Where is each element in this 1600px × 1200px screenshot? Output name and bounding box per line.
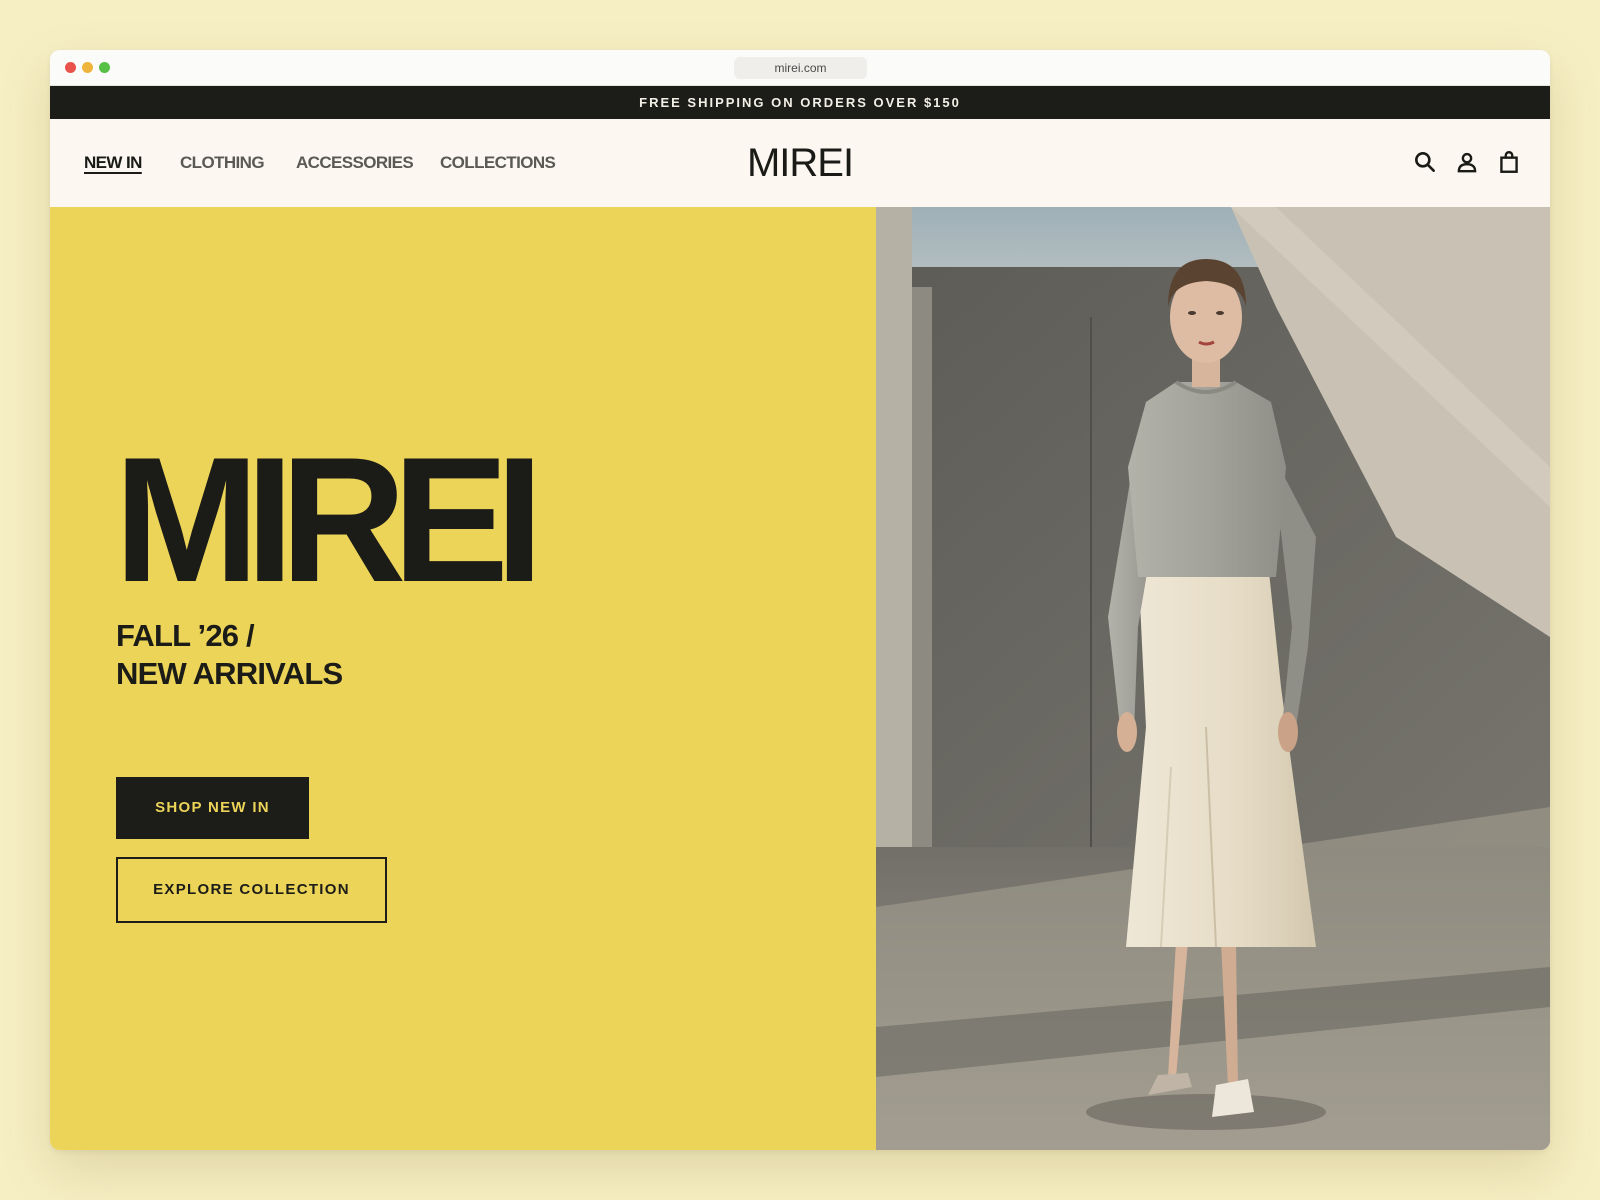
site-header: NEW IN CLOTHING ACCESSORIES COLLECTIONS … (50, 119, 1550, 207)
address-bar[interactable]: mirei.com (734, 57, 867, 79)
hero-subtitle-line-1: FALL ’26 / (116, 618, 255, 653)
hero-panel: MIREI FALL ’26 / NEW ARRIVALS SHOP NEW I… (50, 207, 876, 1150)
nav-link-new-in[interactable]: NEW IN (84, 153, 142, 173)
shop-new-in-button[interactable]: SHOP NEW IN (116, 777, 309, 839)
close-window-button[interactable] (65, 62, 76, 73)
browser-window: mirei.com FREE SHIPPING ON ORDERS OVER $… (50, 50, 1550, 1150)
hero-subtitle: FALL ’26 / NEW ARRIVALS (116, 617, 343, 693)
site-logo[interactable]: MIREI (730, 141, 870, 185)
browser-toolbar: mirei.com (50, 50, 1550, 86)
nav-link-collections[interactable]: COLLECTIONS (440, 153, 556, 173)
maximize-window-button[interactable] (99, 62, 110, 73)
model-photo (876, 207, 1550, 1150)
account-icon[interactable] (1454, 149, 1480, 175)
hero-title: MIREI (114, 420, 544, 619)
nav-link-clothing[interactable]: CLOTHING (180, 153, 265, 173)
minimize-window-button[interactable] (82, 62, 93, 73)
nav-link-accessories[interactable]: ACCESSORIES (296, 153, 414, 173)
explore-collection-button[interactable]: EXPLORE COLLECTION (116, 857, 387, 923)
announcement-bar: FREE SHIPPING ON ORDERS OVER $150 (50, 86, 1550, 119)
search-icon[interactable] (1412, 149, 1438, 175)
shopping-bag-icon[interactable] (1496, 149, 1522, 175)
hero-subtitle-line-2: NEW ARRIVALS (116, 656, 343, 691)
